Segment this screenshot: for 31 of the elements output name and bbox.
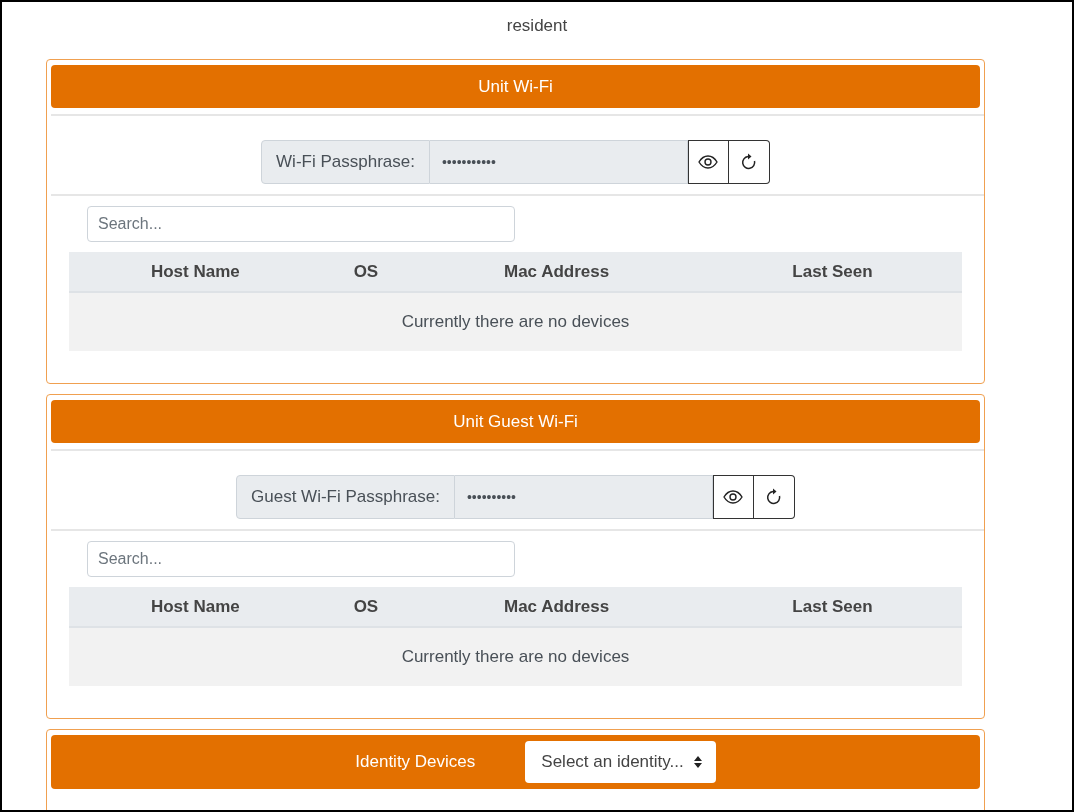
column-header[interactable]: Host Name: [69, 587, 322, 626]
select-value: Select an identity...: [541, 752, 684, 772]
show-password-button[interactable]: [712, 475, 754, 519]
empty-message: Currently there are no devices: [69, 628, 962, 686]
card-header: Unit Guest Wi-Fi: [51, 400, 980, 443]
passphrase-field[interactable]: ••••••••••: [454, 475, 713, 519]
show-password-button[interactable]: [687, 140, 729, 184]
card-title: Identity Devices: [355, 752, 476, 772]
card-header: Unit Wi-Fi: [51, 65, 980, 108]
eye-icon: [698, 155, 719, 169]
passphrase-label: Wi-Fi Passphrase:: [261, 140, 430, 184]
column-header[interactable]: Mac Address: [410, 252, 703, 291]
column-header[interactable]: Host Name: [69, 252, 322, 291]
column-header[interactable]: OS: [321, 587, 411, 626]
refresh-button[interactable]: [728, 140, 770, 184]
page-title: resident: [505, 15, 569, 37]
sort-caret-icon: [693, 756, 702, 768]
column-header[interactable]: Mac Address: [410, 587, 703, 626]
search-field[interactable]: Search...: [87, 541, 515, 577]
column-header[interactable]: OS: [321, 252, 411, 291]
empty-message: Currently there are no devices: [69, 293, 962, 351]
refresh-icon: [740, 153, 757, 171]
column-header[interactable]: Last Seen: [703, 252, 962, 291]
passphrase-label: Guest Wi-Fi Passphrase:: [236, 475, 455, 519]
refresh-icon: [765, 488, 782, 506]
search-field[interactable]: Search...: [87, 206, 515, 242]
identity-select[interactable]: Select an identity...: [525, 741, 716, 783]
passphrase-field[interactable]: •••••••••••: [429, 140, 688, 184]
refresh-button[interactable]: [753, 475, 795, 519]
eye-icon: [723, 490, 744, 504]
column-header[interactable]: Last Seen: [703, 587, 962, 626]
